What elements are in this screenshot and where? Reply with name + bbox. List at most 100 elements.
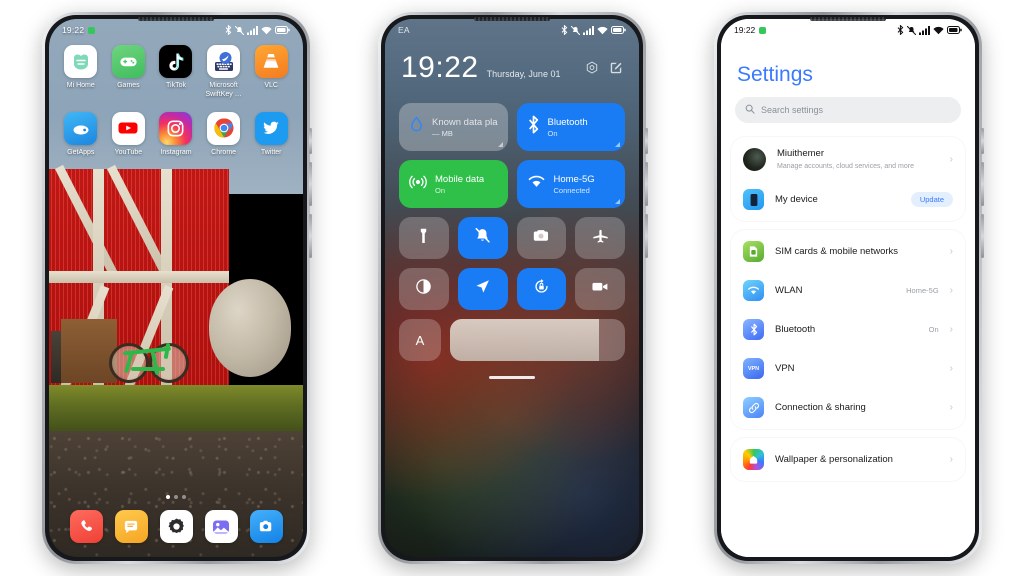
volume-up-button[interactable] <box>309 128 312 154</box>
tile-data-plan[interactable]: Known data plan — MB <box>399 103 508 151</box>
tile-flashlight[interactable] <box>399 217 449 259</box>
tile-title: Bluetooth <box>547 116 588 128</box>
app-label: Mi Home <box>66 82 95 89</box>
app-label: YouTube <box>114 148 143 156</box>
carrier-label: EA <box>398 25 410 35</box>
settings-row-connection-sharing[interactable]: Connection & sharing › <box>731 388 965 427</box>
edit-icon[interactable] <box>609 61 623 80</box>
settings-gear-icon[interactable] <box>159 510 193 543</box>
tile-location[interactable] <box>457 268 508 310</box>
instagram-icon[interactable] <box>159 111 193 145</box>
vibrate-icon <box>571 25 580 35</box>
camera-icon[interactable] <box>249 510 283 543</box>
tiktok-icon[interactable] <box>159 45 193 78</box>
phone-settings: 19:22 Settings Search settings Miuitheme… <box>714 12 984 564</box>
chevron-right-icon: › <box>949 324 953 335</box>
wifi-icon <box>597 26 608 34</box>
update-badge[interactable]: Update <box>910 192 953 207</box>
getapps-icon[interactable] <box>64 111 98 145</box>
tile-screen-recorder[interactable] <box>575 268 625 310</box>
tile-airplane-mode[interactable] <box>575 217 625 259</box>
gallery-icon[interactable] <box>204 510 238 543</box>
volume-up-button[interactable] <box>645 128 648 154</box>
dock <box>49 510 303 543</box>
bluetooth-icon <box>527 115 540 139</box>
vlc-icon[interactable] <box>254 45 288 78</box>
power-button[interactable] <box>981 214 984 258</box>
app-mi-home[interactable]: Mi Home <box>57 45 105 100</box>
tile-rotation-lock[interactable] <box>516 268 567 310</box>
sim-card-icon <box>743 241 764 262</box>
tile-expand-corner[interactable] <box>615 199 620 204</box>
volume-down-button[interactable] <box>981 162 984 206</box>
settings-row-account[interactable]: Miuithemer Manage accounts, cloud servic… <box>731 139 965 180</box>
power-button[interactable] <box>645 214 648 258</box>
row-title: Miuithemer <box>777 148 824 160</box>
auto-brightness-button[interactable]: A <box>399 319 441 361</box>
wallpaper-icon <box>743 449 764 470</box>
settings-hex-icon[interactable] <box>585 61 599 80</box>
phone3-screen: 19:22 Settings Search settings Miuitheme… <box>721 19 975 557</box>
mi-home-icon[interactable] <box>64 45 98 78</box>
app-label: VLC <box>264 82 278 89</box>
volume-down-button[interactable] <box>645 162 648 206</box>
swiftkey-icon[interactable] <box>207 45 241 78</box>
chevron-right-icon: › <box>949 246 953 257</box>
app-chrome[interactable]: Chrome <box>200 111 248 158</box>
settings-scroll-area[interactable]: Settings Search settings Miuithemer Mana… <box>721 41 975 557</box>
settings-row-wallpaper[interactable]: Wallpaper & personalization › <box>731 440 965 479</box>
clock-time: 19:22 <box>401 51 479 84</box>
tile-wifi[interactable]: Home-5G Connected <box>516 160 625 208</box>
brightness-row: A <box>399 319 625 361</box>
camera-icon <box>532 228 550 248</box>
settings-row-wlan[interactable]: WLAN Home-5G › <box>731 271 965 310</box>
app-tiktok[interactable]: TikTok <box>152 45 200 100</box>
settings-row-bluetooth[interactable]: Bluetooth On › <box>731 310 965 349</box>
app-getapps[interactable]: GetApps <box>57 111 105 158</box>
tile-expand-corner[interactable] <box>615 142 620 147</box>
search-input[interactable]: Search settings <box>735 97 961 123</box>
row-value: Home-5G <box>906 286 939 295</box>
chevron-right-icon: › <box>949 454 953 465</box>
personalization-card: Wallpaper & personalization › <box>731 438 965 481</box>
phone-icon[interactable] <box>69 510 103 543</box>
link-icon <box>743 397 764 418</box>
power-button[interactable] <box>309 214 312 258</box>
games-icon[interactable] <box>111 45 145 78</box>
youtube-icon[interactable] <box>111 111 145 145</box>
app-youtube[interactable]: YouTube <box>105 111 153 158</box>
app-vlc[interactable]: VLC <box>247 45 295 100</box>
tile-dark-mode[interactable] <box>399 268 449 310</box>
messages-icon[interactable] <box>114 510 148 543</box>
app-instagram[interactable]: Instagram <box>152 111 200 158</box>
app-games[interactable]: Games <box>105 45 153 100</box>
app-swiftkey[interactable]: Microsoft SwiftKey … <box>200 45 248 100</box>
tile-silent-mode[interactable] <box>457 217 508 259</box>
phone-home-screen: 19:22 Mi Home Games TikTok Microsoft Swi… <box>42 12 312 564</box>
silent-bell-off-icon <box>474 227 491 249</box>
brightness-slider[interactable] <box>450 319 625 361</box>
signal-icon <box>247 25 258 35</box>
tile-expand-corner[interactable] <box>497 142 503 147</box>
tile-camera[interactable] <box>516 217 567 259</box>
earpiece-speaker <box>474 17 550 21</box>
app-grid: Mi Home Games TikTok Microsoft SwiftKey … <box>49 45 303 157</box>
settings-row-my-device[interactable]: My device Update <box>731 180 965 219</box>
bluetooth-icon <box>225 25 232 35</box>
app-twitter[interactable]: Twitter <box>247 111 295 158</box>
home-indicator[interactable] <box>489 376 535 379</box>
big-tile-row-1: Known data plan — MB Bluetooth On <box>399 103 625 151</box>
tile-mobile-data[interactable]: Mobile data On <box>399 160 508 208</box>
phone2-status-bar: EA <box>385 19 639 41</box>
settings-row-sim-cards[interactable]: SIM cards & mobile networks › <box>731 232 965 271</box>
volume-up-button[interactable] <box>981 128 984 154</box>
chevron-right-icon: › <box>949 285 953 296</box>
rotation-lock-icon <box>533 278 550 300</box>
volume-down-button[interactable] <box>309 162 312 206</box>
chrome-icon[interactable] <box>207 111 241 145</box>
settings-row-vpn[interactable]: VPN VPN › <box>731 349 965 388</box>
battery-icon <box>611 26 626 34</box>
tile-bluetooth[interactable]: Bluetooth On <box>516 103 625 151</box>
twitter-icon[interactable] <box>254 111 288 145</box>
row-title: Wallpaper & personalization <box>775 453 893 465</box>
